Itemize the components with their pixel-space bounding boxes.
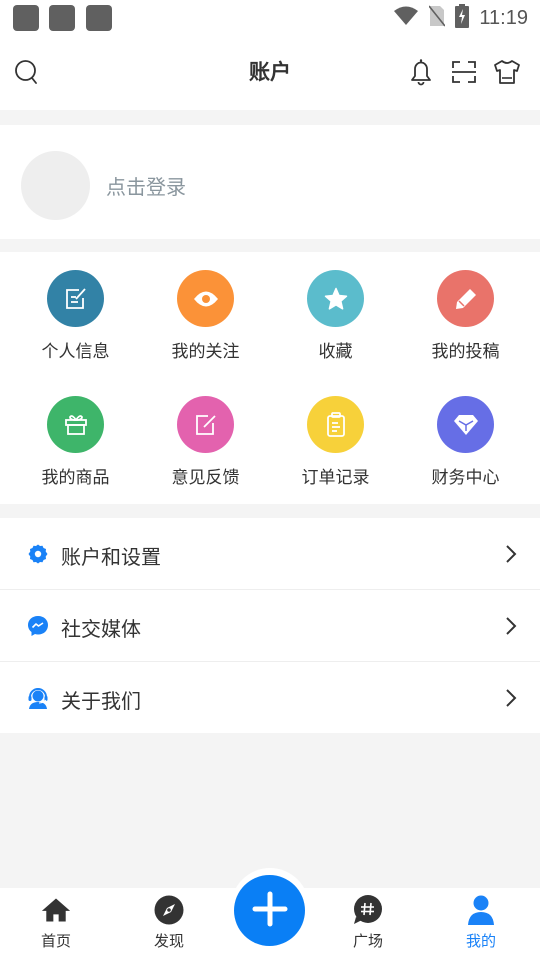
chevron-right-icon: [504, 687, 518, 709]
grid-item-following[interactable]: 我的关注: [138, 252, 273, 378]
clipboard-icon: [307, 396, 364, 453]
pencil-icon: [437, 270, 494, 327]
scan-icon[interactable]: [450, 58, 478, 86]
gift-icon: [47, 396, 104, 453]
diamond-icon: [437, 396, 494, 453]
notification-icon: [86, 5, 112, 31]
chevron-right-icon: [504, 615, 518, 637]
grid-item-orders[interactable]: 订单记录: [268, 378, 403, 504]
notification-icon: [49, 5, 75, 31]
nav-label: 发现: [153, 932, 184, 950]
tshirt-icon[interactable]: [493, 58, 521, 86]
edit-document-icon: [47, 270, 104, 327]
messenger-icon: [27, 615, 49, 637]
wifi-icon: [393, 6, 419, 30]
hashtag-chat-icon: [353, 895, 383, 925]
nav-item-plaza[interactable]: 广场: [314, 888, 422, 960]
eye-icon: [177, 270, 234, 327]
no-sim-icon: [428, 5, 447, 31]
grid-item-submissions[interactable]: 我的投稿: [398, 252, 533, 378]
grid-item-label: 个人信息: [41, 342, 110, 362]
nav-label: 首页: [40, 932, 71, 950]
nav-label: 广场: [352, 932, 383, 950]
status-time: 11:19: [479, 6, 528, 29]
gear-icon: [27, 543, 49, 565]
nav-item-discover[interactable]: 发现: [115, 888, 223, 960]
grid-item-feedback[interactable]: 意见反馈: [138, 378, 273, 504]
grid-item-label: 我的投稿: [431, 342, 500, 362]
grid-item-label: 我的商品: [41, 468, 110, 488]
person-icon: [466, 895, 496, 925]
grid-item-products[interactable]: 我的商品: [8, 378, 143, 504]
menu-item-social-media[interactable]: 社交媒体: [0, 590, 540, 662]
star-icon: [307, 270, 364, 327]
plus-icon: [252, 891, 288, 931]
grid-item-label: 订单记录: [301, 468, 370, 488]
notification-icon: [13, 5, 39, 31]
bell-icon[interactable]: [407, 58, 435, 86]
feature-grid: 个人信息 我的关注 收藏 我的投稿 我的商品 意见反馈 订单记录 财务中心: [0, 252, 540, 504]
header: 账户: [0, 36, 540, 110]
menu-item-about-us[interactable]: 关于我们: [0, 662, 540, 733]
add-post-button[interactable]: [234, 875, 305, 946]
compass-icon: [154, 895, 184, 925]
grid-item-label: 财务中心: [431, 468, 500, 488]
nav-item-home[interactable]: 首页: [2, 888, 110, 960]
menu-item-account-settings[interactable]: 账户和设置: [0, 518, 540, 590]
menu-item-label: 关于我们: [61, 689, 141, 713]
grid-item-label: 收藏: [318, 342, 353, 362]
grid-item-finance[interactable]: 财务中心: [398, 378, 533, 504]
menu-item-label: 社交媒体: [61, 617, 141, 641]
avatar[interactable]: [21, 151, 90, 220]
nav-item-mine[interactable]: 我的: [427, 888, 535, 960]
battery-charging-icon: [455, 4, 470, 32]
status-bar: 11:19: [0, 0, 540, 36]
grid-item-label: 意见反馈: [171, 468, 240, 488]
support-agent-icon: [27, 687, 49, 709]
login-prompt[interactable]: 点击登录: [106, 171, 186, 200]
grid-item-favorites[interactable]: 收藏: [268, 252, 403, 378]
grid-item-label: 我的关注: [171, 342, 240, 362]
nav-label: 我的: [465, 932, 496, 950]
menu-item-label: 账户和设置: [61, 545, 161, 569]
settings-menu: 账户和设置 社交媒体 关于我们: [0, 518, 540, 733]
feedback-edit-icon: [177, 396, 234, 453]
chevron-right-icon: [504, 543, 518, 565]
grid-item-profile[interactable]: 个人信息: [8, 252, 143, 378]
home-icon: [41, 895, 71, 925]
login-card[interactable]: 点击登录: [0, 125, 540, 239]
